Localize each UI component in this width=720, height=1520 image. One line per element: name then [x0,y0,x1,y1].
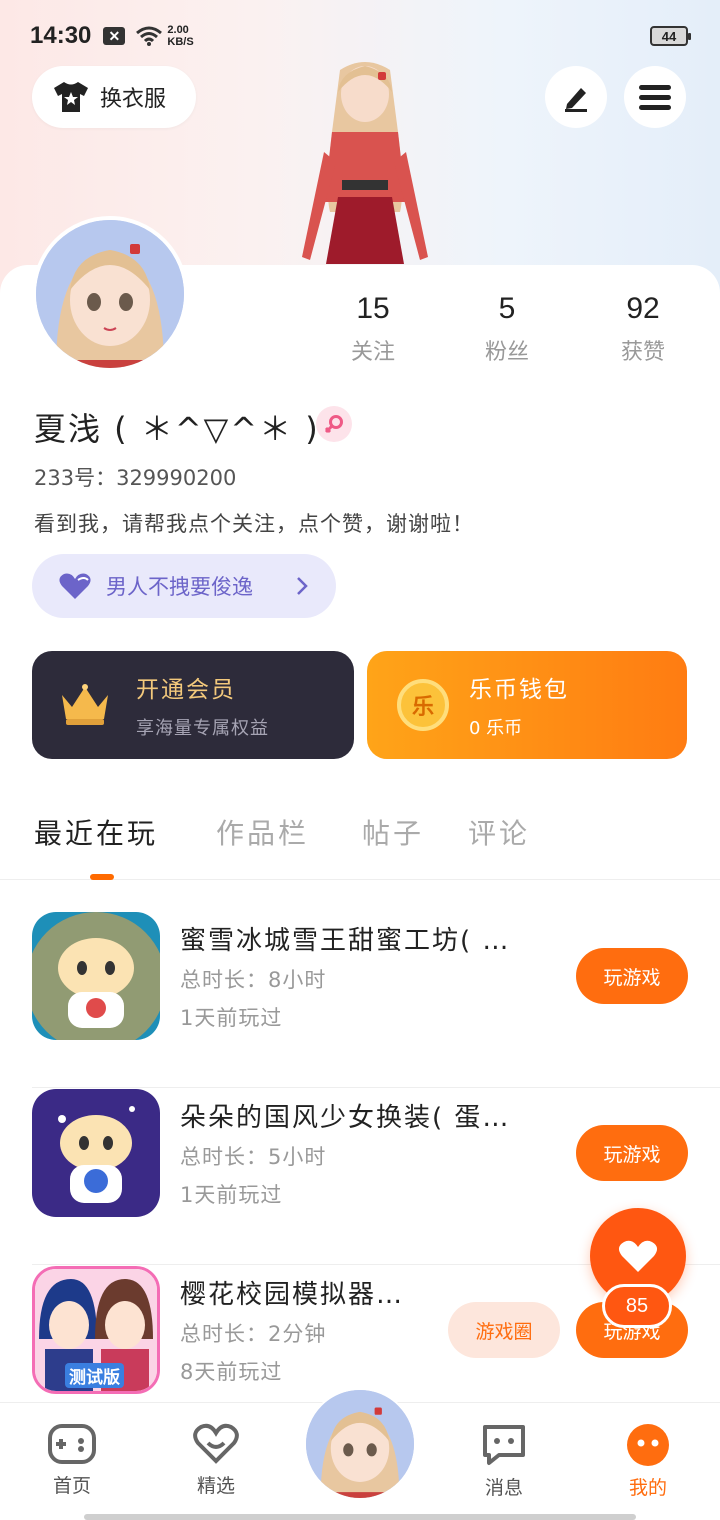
nickname: 夏浅 ( ＊^▽^＊ ) [34,410,320,448]
shirt-icon [54,82,88,112]
edit-profile-button[interactable] [545,66,607,128]
game-list-item[interactable]: 蜜雪冰城雪王甜蜜工坊( … 总时长：8小时 1天前玩过 玩游戏 [32,912,720,1088]
vip-membership-card[interactable]: 开通会员 享海量专属权益 [32,651,354,759]
nav-featured-label: 精选 [196,1475,235,1497]
game-play-duration: 总时长：2分钟 [180,1322,327,1346]
game-icon[interactable] [32,1089,160,1217]
change-outfit-label: 换衣服 [100,87,167,112]
heart-icon [59,573,91,599]
gamepad-icon [48,1424,96,1464]
divider [32,1087,720,1088]
nav-featured[interactable]: 精选 [166,1423,266,1498]
nav-center-avatar[interactable] [304,1388,416,1500]
tab-active-indicator [90,874,114,880]
heart-outline-icon [193,1423,239,1464]
tab-works[interactable]: 作品栏 [216,812,309,852]
game-last-played: 1天前玩过 [180,1183,283,1207]
heart-icon [618,1240,658,1272]
play-game-button[interactable]: 玩游戏 [576,948,688,1004]
home-indicator[interactable] [84,1514,636,1520]
tab-recently-played[interactable]: 最近在玩 [34,812,158,852]
status-bar: 14:30 ✕ 2.00 KB/S 44 [0,0,720,72]
coin-icon: 乐 [397,679,449,731]
tab-comments[interactable]: 评论 [468,812,530,852]
game-name: 蜜雪冰城雪王甜蜜工坊( … [180,926,511,956]
profile-face-icon [627,1424,669,1466]
followers-label: 粉丝 [484,340,529,365]
game-name: 朵朵的国风少女换装( 蛋… [180,1103,511,1133]
nav-home-label: 首页 [52,1475,91,1497]
following-label: 关注 [350,340,395,365]
wifi-icon [136,26,163,46]
play-game-button[interactable]: 玩游戏 [576,1125,688,1181]
change-outfit-button[interactable]: 换衣服 [32,66,196,128]
game-icon[interactable]: 测试版 [32,1266,160,1394]
chevron-right-icon [297,577,308,595]
female-gender-icon [316,406,352,442]
following-count: 15 [356,292,390,325]
nav-me[interactable]: 我的 [598,1423,698,1500]
crown-icon [62,684,108,725]
user-id: 233号：329990200 [34,466,237,490]
like-count-badge: 85 [602,1284,672,1328]
menu-button[interactable] [624,66,686,128]
stat-likes[interactable]: 92 获赞 [583,292,703,366]
avatar-image [36,220,184,368]
coin-balance: 0 乐币 [469,718,523,739]
coin-wallet-title: 乐币钱包 [469,677,569,703]
stat-following[interactable]: 15 关注 [313,292,433,366]
menu-icon [639,85,671,110]
status-time: 14:30 [30,22,92,49]
game-icon[interactable] [32,912,160,1040]
game-icon-badge: 测试版 [65,1363,124,1388]
game-name: 樱花校园模拟器… [180,1280,405,1310]
personal-tag-label: 男人不拽要俊逸 [106,575,253,599]
likes-count: 92 [626,292,660,325]
pencil-icon [565,88,587,112]
game-circle-button[interactable]: 游戏圈 [448,1302,560,1358]
nav-messages-label: 消息 [484,1477,523,1499]
tab-posts[interactable]: 帖子 [362,812,424,852]
message-icon [483,1425,525,1465]
3d-avatar-figure[interactable] [280,52,450,272]
vip-subtitle: 享海量专属权益 [136,718,269,739]
nav-messages[interactable]: 消息 [454,1423,554,1500]
game-play-duration: 总时长：8小时 [180,968,327,992]
vip-title: 开通会员 [136,677,236,703]
stat-followers[interactable]: 5 粉丝 [447,292,567,366]
notification-icon: ✕ [103,27,126,45]
likes-label: 获赞 [620,340,665,365]
game-play-duration: 总时长：5小时 [180,1145,327,1169]
battery-icon: 44 [650,26,691,46]
nav-me-label: 我的 [628,1477,667,1499]
game-last-played: 8天前玩过 [180,1360,283,1384]
profile-tabs: 最近在玩 作品栏 帖子 评论 [0,812,720,880]
game-last-played: 1天前玩过 [180,1006,283,1030]
avatar-image [306,1390,414,1498]
nav-home[interactable]: 首页 [22,1423,122,1498]
profile-avatar[interactable] [32,216,188,372]
followers-count: 5 [498,292,516,325]
personal-tag-button[interactable]: 男人不拽要俊逸 [32,554,336,618]
coin-wallet-card[interactable]: 乐 乐币钱包 0 乐币 [367,651,687,759]
bio: 看到我，请帮我点个关注，点个赞，谢谢啦！ [34,512,474,536]
network-speed: 2.00 KB/S [167,24,194,48]
